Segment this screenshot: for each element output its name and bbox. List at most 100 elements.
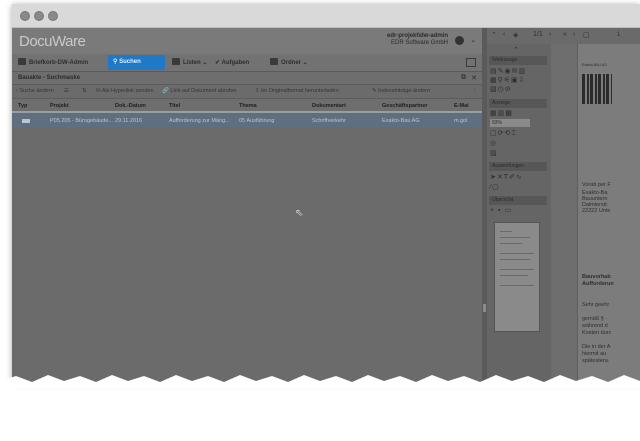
lists-button[interactable]: Listen ⌄ — [172, 57, 207, 69]
list-icon — [172, 58, 180, 65]
page-input[interactable]: 1 — [617, 32, 620, 38]
annotation-icons-row2[interactable]: ∕▢ — [490, 183, 500, 192]
search-dialog-title: Bauakte - Suchmaske — [18, 75, 81, 81]
document-type-icon — [22, 119, 30, 123]
table-row[interactable]: P05.205 - Bürogebäude... 29.11.2016 Auff… — [12, 115, 482, 127]
cell-titel: Aufforderung zur Mäng... — [169, 118, 230, 124]
doc-p1b: während d — [582, 323, 608, 329]
col-header-dokumentart[interactable]: Dokumentart — [312, 103, 346, 109]
tool-icons-row3[interactable]: ▧◷⊘ — [490, 85, 512, 94]
briefkorb-button[interactable]: Briefkorb-DW-Admin — [18, 57, 88, 69]
panel-header-anzeige[interactable]: Anzeige — [489, 99, 547, 108]
prev-doc-icon[interactable]: ‹ — [573, 31, 575, 38]
search-button[interactable]: ⚲ Suchen — [108, 55, 165, 70]
user-avatar-icon[interactable] — [455, 36, 464, 45]
main-app-area: DocuWare edr-projekt\dw-admin EDR Softwa… — [12, 28, 482, 382]
cell-projekt: P05.205 - Bürogebäude... — [50, 118, 113, 124]
user-company: EDR Software GmbH — [390, 40, 448, 46]
view-icons-row3[interactable]: ◎ — [490, 139, 497, 148]
view-icons-row1[interactable]: ▦▥▩ — [490, 109, 513, 118]
page-indicator: 1/1 — [533, 31, 543, 38]
edit-search-button[interactable]: ‹ Suche ändern — [16, 88, 54, 94]
close-icon[interactable]: ✕ — [471, 74, 477, 82]
result-actions-bar: ‹ Suche ändern ☰ ⇅ ✉ Als Hyperlink sende… — [12, 85, 482, 99]
more-menu-icon[interactable]: ⋮ — [472, 88, 478, 94]
zoom-select[interactable]: 93% — [490, 119, 530, 127]
overview-icons-row[interactable]: + ▪ ▭ — [490, 206, 512, 215]
cell-email: m.gol — [454, 118, 468, 124]
cell-thema: 05 Ausführung — [239, 118, 275, 124]
doc-subject1: Bauvorhab — [582, 274, 611, 280]
sort-icon[interactable]: ⇅ — [82, 88, 87, 94]
doc-vorab: Vorab per F — [582, 182, 611, 188]
folder-button[interactable]: Ordner ⌄ — [270, 57, 308, 69]
get-link-button[interactable]: 🔗 Link auf Dokument abrufen — [162, 88, 236, 94]
tool-icons-row2[interactable]: ▦⚲⚟▣⇩ — [490, 76, 526, 85]
first-page-icon[interactable]: « — [563, 31, 567, 38]
view-icons-row4[interactable]: ▨ — [490, 149, 498, 158]
col-header-titel[interactable]: Titel — [169, 103, 180, 109]
document-page[interactable]: Exakto-BAU AG Vorab per F Exakto-Ba Bauu… — [577, 44, 640, 382]
page-thumbnail[interactable] — [494, 222, 540, 332]
doc-p1c: Kosten durc — [582, 330, 612, 336]
viewer-tools-column: ⌃ Werkzeuge ▤✎◉✉▥ ▦⚲⚟▣⇩ ▧◷⊘ Anzeige ▦▥▩ … — [487, 44, 551, 382]
edit-index-button[interactable]: ✎ Indexeinträge ändern — [372, 88, 430, 94]
user-info: edr-projekt\dw-admin EDR Software GmbH — [387, 33, 448, 47]
chevron-up-icon[interactable]: ⌃ — [491, 31, 497, 39]
doc-p1a: gemäß § · — [582, 316, 608, 322]
docuware-logo: DocuWare — [19, 33, 86, 50]
document-viewer: ⌃ ‹ ◈ 1/1 › « ‹ ▢ 1 ⌃ Werkzeuge ▤✎◉✉▥ ▦⚲… — [487, 28, 640, 382]
minimize-window-button[interactable] — [34, 11, 44, 21]
panel-header-werkzeuge[interactable]: Werkzeuge — [489, 56, 547, 65]
view-icons-row2[interactable]: ▢⟳⟲⌶ — [490, 129, 517, 138]
layers-icon[interactable]: ◈ — [513, 31, 518, 39]
list-view-icon[interactable]: ☰ — [64, 88, 69, 94]
doc-p2a: Die in der A — [582, 344, 611, 350]
prev-page-icon[interactable]: ‹ — [503, 31, 505, 38]
tool-icons-row1[interactable]: ▤✎◉✉▥ — [490, 67, 526, 76]
search-dialog-header: Bauakte - Suchmaske ⧉ ✕ — [12, 72, 482, 85]
panel-header-uebersicht[interactable]: Übersicht — [489, 196, 547, 205]
annotation-icons-row1[interactable]: ➤✕T✐∿ — [490, 173, 523, 182]
monitor-icon[interactable] — [466, 58, 476, 67]
app-window: DocuWare edr-projekt\dw-admin EDR Softwa… — [12, 4, 640, 382]
cell-dokumentart: Schriftverkehr — [312, 118, 346, 124]
window-titlebar — [12, 4, 640, 28]
page-box-icon[interactable]: ▢ — [583, 31, 590, 39]
col-header-email[interactable]: E-Mai — [454, 103, 469, 109]
next-page-icon[interactable]: › — [549, 31, 551, 38]
chevron-down-icon[interactable]: ⌄ — [470, 36, 476, 44]
send-hyperlink-button[interactable]: ✉ Als Hyperlink senden — [96, 88, 154, 94]
qr-code-icon — [582, 74, 612, 104]
close-window-button[interactable] — [20, 11, 30, 21]
results-table-header: Typ Projekt Dok.-Datum Titel Thema Dokum… — [12, 99, 482, 113]
doc-addr4: 22222 Unte — [582, 208, 611, 214]
splitter-handle[interactable] — [483, 304, 486, 312]
col-header-projekt[interactable]: Projekt — [50, 103, 69, 109]
cell-dok-datum: 29.11.2016 — [115, 118, 143, 124]
doc-p2c: spätestens — [582, 358, 609, 364]
col-header-geschaeftspartner[interactable]: Geschäftspartner — [382, 103, 428, 109]
doc-greeting: Sehr geehr — [582, 302, 610, 308]
folder-icon — [270, 58, 278, 65]
mouse-pointer-icon: ⇖ — [295, 208, 304, 219]
panel-header-auswerfungen[interactable]: Auswerfungen — [489, 162, 547, 171]
cell-geschaeftspartner: Exakto-Bau AG — [382, 118, 420, 124]
main-toolbar: Briefkorb-DW-Admin ⚲ Suchen Listen ⌄ ✔ A… — [12, 54, 482, 72]
maximize-window-button[interactable] — [48, 11, 58, 21]
download-original-button[interactable]: ⇩ Im Originalformat herunterladen — [255, 88, 339, 94]
collapse-up-icon[interactable]: ⌃ — [513, 46, 520, 55]
tray-icon — [18, 58, 26, 65]
doc-subject2: Aufforderun — [582, 281, 614, 287]
col-header-dok-datum[interactable]: Dok.-Datum — [115, 103, 146, 109]
tasks-button[interactable]: ✔ Aufgaben — [215, 57, 249, 69]
doc-p2b: hiermit au — [582, 351, 607, 357]
col-header-typ[interactable]: Typ — [18, 103, 27, 109]
viewer-navbar: ⌃ ‹ ◈ 1/1 › « ‹ ▢ 1 — [487, 28, 640, 44]
doc-header-small: Exakto-BAU AG — [582, 63, 607, 67]
col-header-thema[interactable]: Thema — [239, 103, 257, 109]
torn-edge-decoration — [0, 375, 640, 388]
brand-bar: DocuWare edr-projekt\dw-admin EDR Softwa… — [12, 28, 482, 54]
user-name: edr-projekt\dw-admin — [386, 33, 448, 39]
popout-icon[interactable]: ⧉ — [461, 74, 466, 82]
